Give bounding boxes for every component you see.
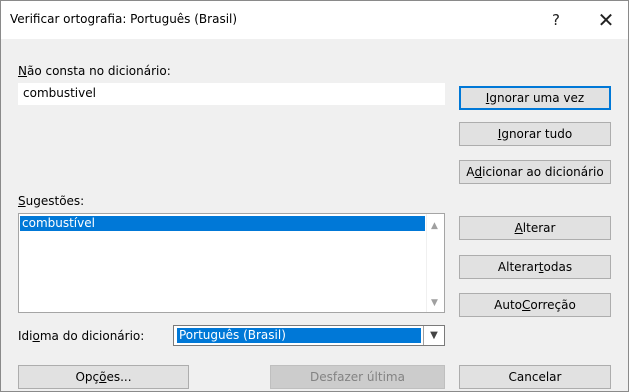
undo-last-button[interactable]: Desfazer última bbox=[270, 365, 445, 389]
not-in-dictionary-label: Não consta no dicionário: bbox=[18, 64, 171, 78]
not-in-dictionary-field[interactable]: combustivel bbox=[18, 83, 445, 105]
suggestions-list[interactable]: combustível ▲ ▼ bbox=[18, 213, 445, 313]
scroll-up-icon[interactable]: ▲ bbox=[431, 221, 438, 231]
dictionary-language-value: Português (Brasil) bbox=[177, 328, 421, 343]
dictionary-language-select[interactable]: Português (Brasil) ▼ bbox=[173, 325, 445, 346]
help-button[interactable]: ? bbox=[533, 1, 579, 39]
cancel-button[interactable]: Cancelar bbox=[459, 365, 611, 389]
title-bar: Verificar ortografia: Português (Brasil)… bbox=[1, 1, 628, 39]
add-to-dictionary-button[interactable]: Ad icionar ao dicionário bbox=[459, 160, 611, 184]
chevron-down-icon[interactable]: ▼ bbox=[423, 326, 444, 345]
close-button[interactable]: ✕ bbox=[583, 1, 629, 39]
autocorrect-button[interactable]: Auto Correção bbox=[459, 293, 611, 317]
suggestion-item[interactable]: combustível bbox=[20, 216, 425, 231]
ignore-once-button[interactable]: Ignorar uma vez bbox=[459, 86, 611, 110]
help-icon: ? bbox=[552, 11, 560, 29]
scroll-down-icon[interactable]: ▼ bbox=[431, 298, 438, 308]
change-all-button[interactable]: Alterar t odas bbox=[459, 255, 611, 279]
dictionary-language-label: Idioma do dicionário: bbox=[18, 329, 145, 343]
close-icon: ✕ bbox=[597, 8, 615, 32]
suggestions-label: Sugestões: bbox=[18, 194, 85, 208]
spelling-dialog: Verificar ortografia: Português (Brasil)… bbox=[0, 0, 629, 392]
change-button[interactable]: Alterar bbox=[459, 216, 611, 240]
options-button[interactable]: Opç õ es... bbox=[18, 365, 189, 389]
ignore-all-button[interactable]: Ignorar tudo bbox=[459, 122, 611, 146]
suggestions-scrollbar[interactable]: ▲ ▼ bbox=[426, 214, 444, 312]
not-in-dictionary-value: combustivel bbox=[23, 86, 96, 100]
window-title: Verificar ortografia: Português (Brasil) bbox=[10, 12, 238, 26]
